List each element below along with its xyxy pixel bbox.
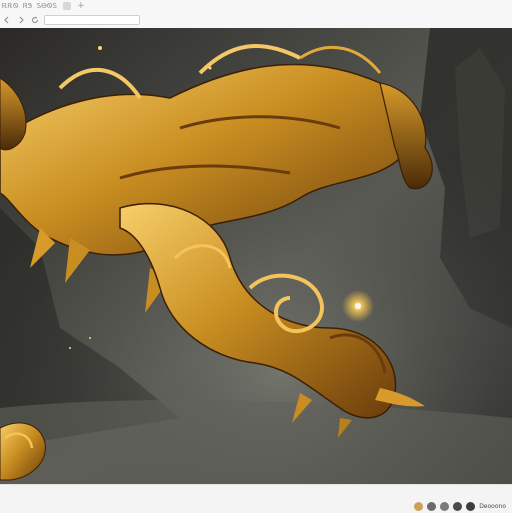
- tray-label: Deooono: [479, 502, 506, 510]
- reload-icon[interactable]: [30, 15, 40, 25]
- favicon-icon: [63, 2, 72, 10]
- app-icon[interactable]: [427, 501, 437, 511]
- app-icon[interactable]: [414, 501, 424, 511]
- address-bar[interactable]: [44, 15, 140, 25]
- toolbar: [0, 12, 512, 28]
- image-viewport: [0, 28, 512, 484]
- tab-title[interactable]: ᎡᎡᏫ ᏒᏕ ᏚᎾᏫᏚ: [2, 2, 57, 11]
- dragon-artwork: [0, 28, 512, 484]
- app-icon[interactable]: [466, 501, 476, 511]
- tab-strip: ᎡᎡᏫ ᏒᏕ ᏚᎾᏫᏚ +: [0, 0, 512, 12]
- arrow-left-icon[interactable]: [2, 15, 12, 25]
- system-tray: Deooono: [414, 500, 506, 512]
- browser-chrome: ᎡᎡᏫ ᏒᏕ ᏚᎾᏫᏚ +: [0, 0, 512, 29]
- new-tab-button[interactable]: +: [77, 1, 85, 11]
- app-icon[interactable]: [453, 501, 463, 511]
- status-bar: Deooono: [0, 484, 512, 513]
- arrow-right-icon[interactable]: [16, 15, 26, 25]
- app-icon[interactable]: [440, 501, 450, 511]
